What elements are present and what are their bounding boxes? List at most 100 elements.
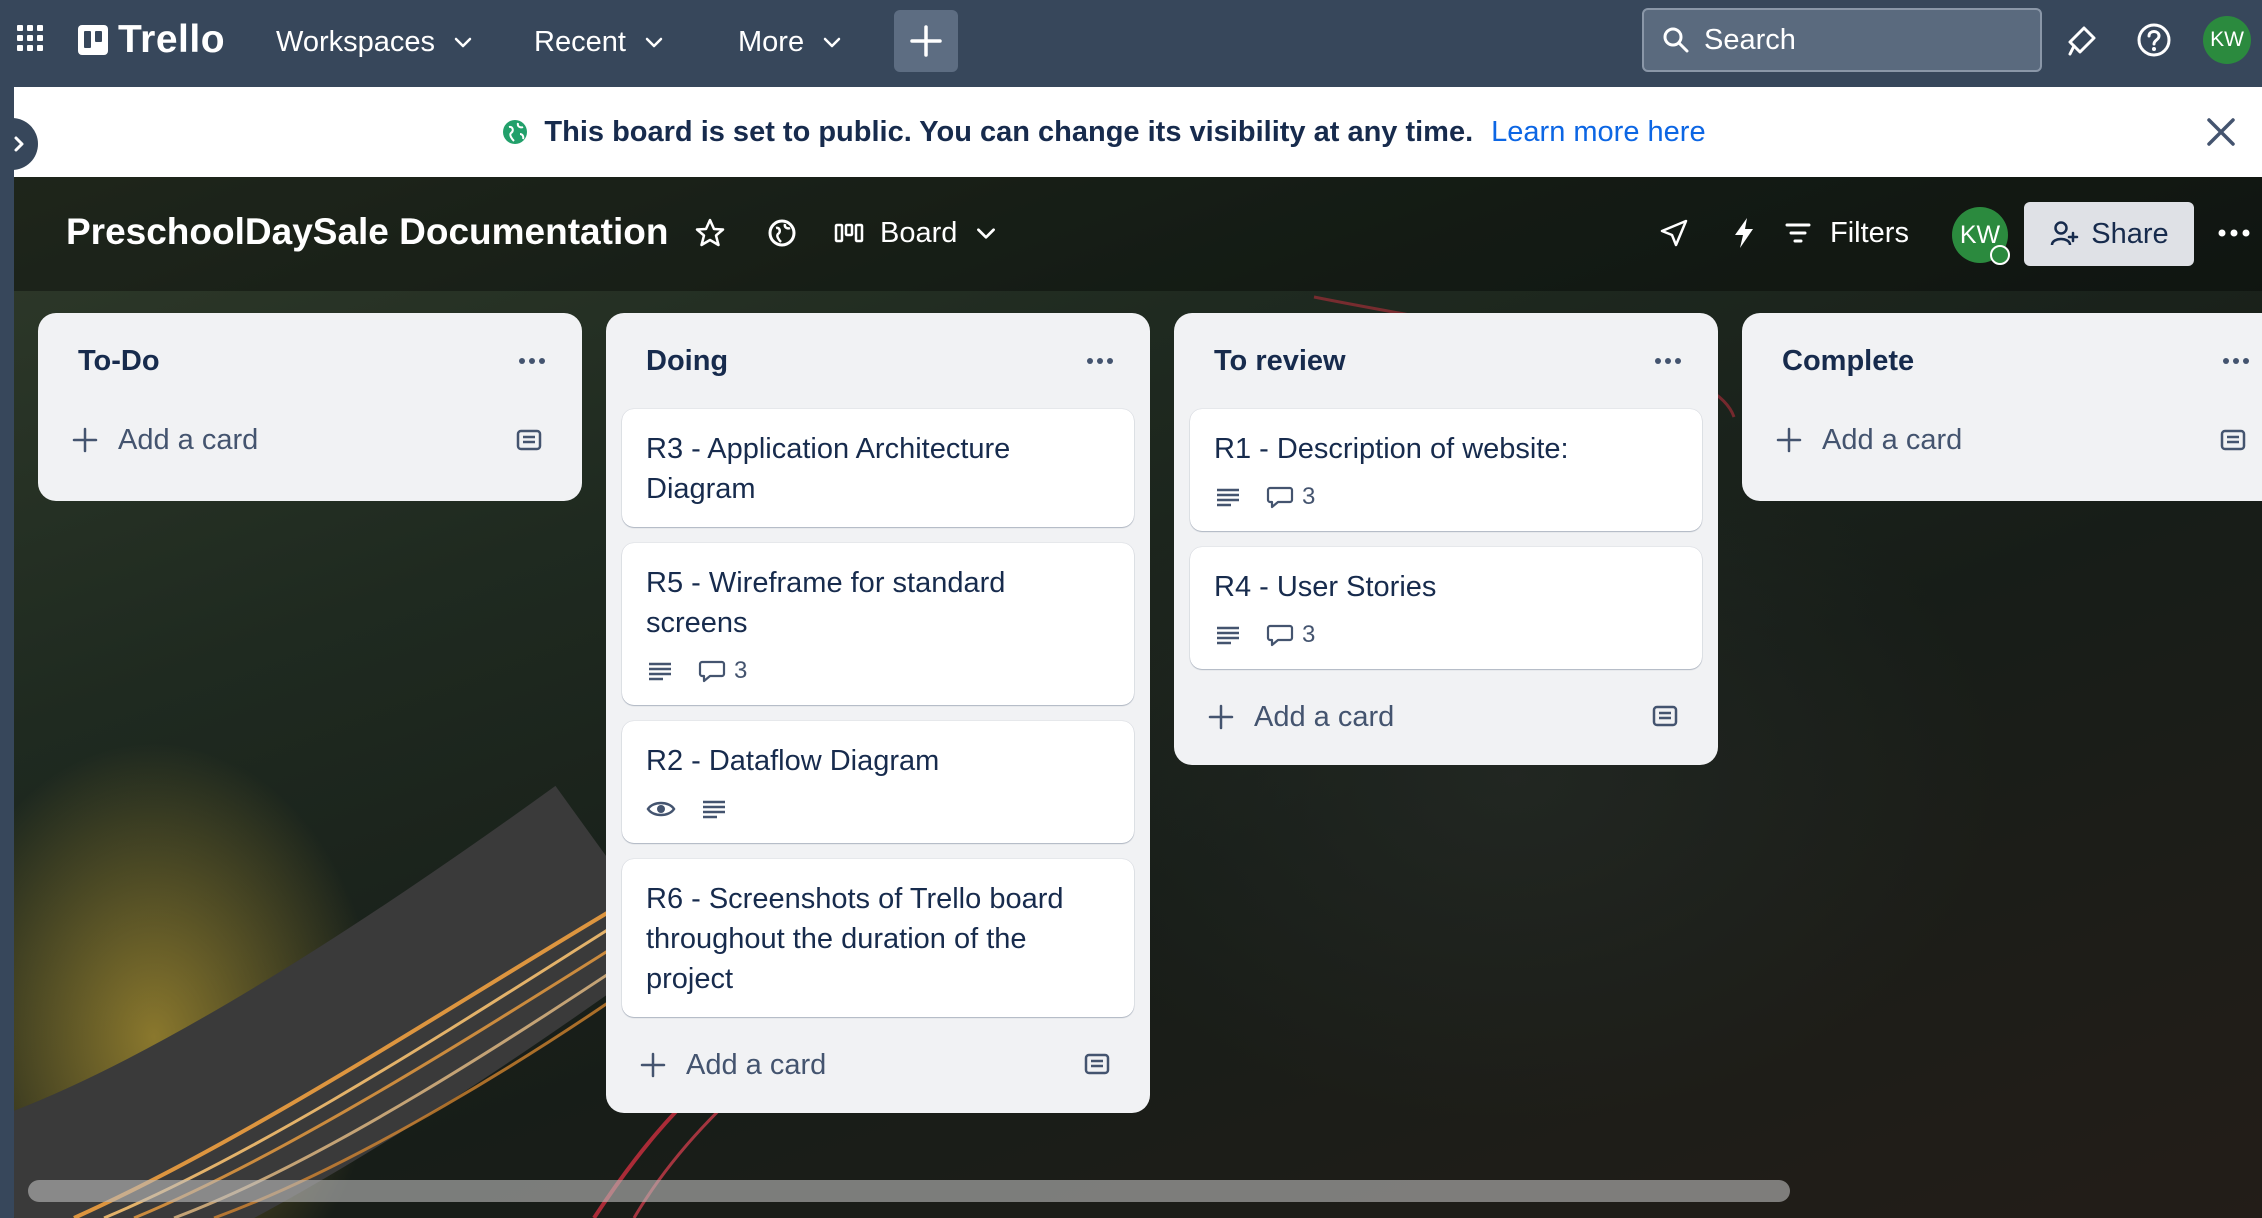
add-card-label: Add a card <box>1822 423 1963 456</box>
list-more-icon[interactable] <box>516 345 548 377</box>
recent-label: Recent <box>534 25 626 58</box>
filters-button[interactable]: Filters <box>1784 207 1909 259</box>
share-button[interactable]: Share <box>2024 202 2194 266</box>
card-template-icon[interactable] <box>1082 1049 1112 1079</box>
comments-count: 3 <box>734 657 748 684</box>
chevron-down-icon <box>977 228 996 239</box>
plus-icon <box>72 427 98 453</box>
share-label: Share <box>2091 217 2169 250</box>
add-card-button[interactable]: Add a card <box>54 379 566 501</box>
list-complete: Complete Add a card <box>1742 313 2262 501</box>
board-member-avatar[interactable]: KW <box>1952 207 2010 265</box>
list-to-do: To-Do Add a card <box>38 313 582 501</box>
card-title: R5 - Wireframe for standard screens <box>646 567 1006 639</box>
card-badges: 3 <box>646 655 1110 687</box>
plus-icon <box>640 1052 666 1078</box>
automation-button[interactable] <box>1724 213 1764 253</box>
trello-window: { "nav": { "logo_text": "Trello", "works… <box>0 0 2262 1218</box>
sidebar-collapsed <box>0 87 14 1218</box>
card-template-icon[interactable] <box>1650 701 1680 731</box>
star-button[interactable] <box>690 213 730 253</box>
more-options-icon[interactable] <box>2214 213 2254 253</box>
notifications-button[interactable] <box>2062 20 2102 60</box>
visibility-button[interactable] <box>762 213 802 253</box>
search-box[interactable] <box>1642 8 2042 72</box>
comments-badge: 3 <box>698 657 747 685</box>
add-card-label: Add a card <box>686 1048 827 1081</box>
horizontal-scrollbar[interactable] <box>28 1180 1790 1202</box>
workspaces-menu[interactable]: Workspaces <box>266 16 485 68</box>
help-button[interactable] <box>2134 20 2174 60</box>
board-view-icon <box>834 223 864 243</box>
comment-icon <box>1266 624 1294 647</box>
list-header: Doing <box>622 313 1134 409</box>
card[interactable]: R1 - Description of website: 3 <box>1190 409 1702 531</box>
card[interactable]: R2 - Dataflow Diagram <box>622 721 1134 843</box>
description-icon <box>703 800 725 819</box>
trello-mark-icon <box>78 25 108 55</box>
eye-icon <box>646 801 676 817</box>
list-more-icon[interactable] <box>2220 345 2252 377</box>
card-title: R2 - Dataflow Diagram <box>646 745 940 777</box>
globe-icon <box>503 120 528 144</box>
list-doing: Doing R3 - Application Architecture Diag… <box>606 313 1150 1113</box>
card-badges: 3 <box>1214 481 1678 513</box>
rocket-icon <box>1660 219 1688 247</box>
plus-icon <box>1208 704 1234 730</box>
comments-count: 3 <box>1302 621 1316 648</box>
view-switcher[interactable]: Board <box>834 207 999 259</box>
card[interactable]: R4 - User Stories 3 <box>1190 547 1702 669</box>
card-badges: 3 <box>1214 619 1678 651</box>
logo-text: Trello <box>118 18 226 61</box>
view-label: Board <box>880 216 958 249</box>
card[interactable]: R3 - Application Architecture Diagram <box>622 409 1134 527</box>
list-more-icon[interactable] <box>1652 345 1684 377</box>
card[interactable]: R5 - Wireframe for standard screens 3 <box>622 543 1134 705</box>
search-input[interactable] <box>1704 23 2004 57</box>
list-title[interactable]: To-Do <box>78 345 160 378</box>
add-card-button[interactable]: Add a card <box>622 1017 1134 1113</box>
more-menu[interactable]: More <box>728 16 854 68</box>
close-icon[interactable] <box>2200 111 2242 153</box>
trello-logo[interactable]: Trello <box>78 18 225 62</box>
chevron-down-icon <box>645 37 663 48</box>
board-title[interactable]: PreschoolDaySale Documentation <box>66 211 668 253</box>
list-title[interactable]: Doing <box>646 345 728 378</box>
card-title: R6 - Screenshots of Trello board through… <box>646 883 1064 995</box>
top-navigation-bar: Trello Workspaces Recent More KW <box>0 0 2262 87</box>
card-title: R4 - User Stories <box>1214 571 1437 603</box>
card-template-icon[interactable] <box>2218 425 2248 455</box>
comments-count: 3 <box>1302 483 1316 510</box>
user-avatar[interactable]: KW <box>2203 16 2251 64</box>
search-icon <box>1663 27 1689 53</box>
recent-menu[interactable]: Recent <box>524 16 676 68</box>
chevron-right-icon <box>14 136 24 152</box>
power-ups-button[interactable] <box>1654 213 1694 253</box>
add-person-icon <box>2051 221 2079 246</box>
plus-icon <box>910 25 942 57</box>
card-template-icon[interactable] <box>514 425 544 455</box>
star-icon <box>695 218 725 247</box>
learn-more-link[interactable]: Learn more here <box>1491 116 1705 149</box>
comments-badge: 3 <box>1266 483 1315 511</box>
list-title[interactable]: Complete <box>1782 345 1914 378</box>
comment-icon <box>698 660 726 683</box>
list-title[interactable]: To review <box>1214 345 1346 378</box>
create-button[interactable] <box>894 10 958 72</box>
add-card-label: Add a card <box>1254 700 1395 733</box>
visibility-banner: This board is set to public. You can cha… <box>14 87 2262 177</box>
chevron-down-icon <box>454 37 472 48</box>
list-more-icon[interactable] <box>1084 345 1116 377</box>
plus-icon <box>1776 427 1802 453</box>
list-to-review: To review R1 - Description of website: 3… <box>1174 313 1718 765</box>
card[interactable]: R6 - Screenshots of Trello board through… <box>622 859 1134 1017</box>
add-card-button[interactable]: Add a card <box>1190 669 1702 765</box>
more-label: More <box>738 25 805 58</box>
comment-icon <box>1266 486 1294 509</box>
filters-label: Filters <box>1830 216 1909 249</box>
card-title: R1 - Description of website: <box>1214 433 1569 465</box>
banner-message: This board is set to public. You can cha… <box>544 115 1474 148</box>
app-switcher-icon[interactable] <box>14 22 46 54</box>
add-card-button[interactable]: Add a card <box>1758 379 2262 501</box>
board-header: PreschoolDaySale Documentation Board Fil… <box>14 177 2262 291</box>
